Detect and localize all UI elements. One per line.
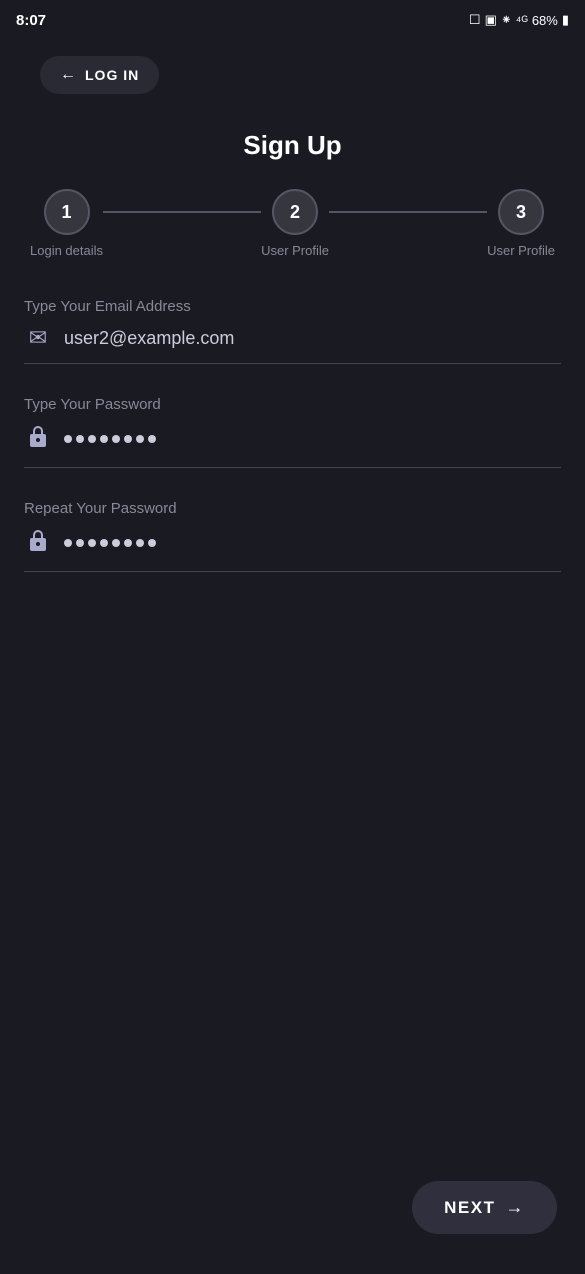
step-3-circle: 3 [498, 189, 544, 235]
next-button-area: NEXT → [412, 1181, 557, 1234]
repeat-password-section: Repeat Your Password [0, 500, 585, 572]
status-icons: ☐ ▣ ⁕ ⁴ᴳ 68% ▮ [469, 12, 569, 28]
back-arrow-icon: ← [60, 66, 77, 84]
nfc-icon: ☐ [469, 12, 481, 28]
email-icon: ✉ [24, 325, 52, 351]
step-2: 2 User Profile [261, 189, 329, 258]
repeat-password-label: Repeat Your Password [24, 500, 561, 517]
back-to-login-button[interactable]: ← LOG IN [40, 56, 159, 94]
next-arrow-icon: → [506, 1197, 526, 1218]
battery-percentage: 68% [532, 13, 558, 28]
password-value[interactable] [64, 435, 156, 443]
step-3-label: User Profile [487, 243, 555, 258]
cast-icon: ▣ [485, 12, 497, 28]
repeat-password-value[interactable] [64, 539, 156, 547]
bluetooth-icon: ⁕ [501, 12, 512, 28]
page-title: Sign Up [0, 130, 585, 161]
repeat-password-input-row[interactable] [24, 527, 561, 572]
next-button[interactable]: NEXT → [412, 1181, 557, 1234]
back-button-label: LOG IN [85, 67, 139, 83]
email-label: Type Your Email Address [24, 298, 561, 315]
signal-icon: ⁴ᴳ [516, 13, 528, 28]
password-label: Type Your Password [24, 396, 561, 413]
repeat-password-lock-icon [24, 527, 52, 559]
step-3: 3 User Profile [487, 189, 555, 258]
step-1: 1 Login details [30, 189, 103, 258]
step-line-1 [103, 211, 261, 213]
step-line-2 [329, 211, 487, 213]
battery-icon: ▮ [562, 12, 569, 28]
step-2-circle: 2 [272, 189, 318, 235]
status-time: 8:07 [16, 12, 46, 29]
step-2-label: User Profile [261, 243, 329, 258]
email-value[interactable]: user2@example.com [64, 328, 561, 349]
password-lock-icon [24, 423, 52, 455]
next-button-label: NEXT [444, 1198, 495, 1218]
email-input-row[interactable]: ✉ user2@example.com [24, 325, 561, 364]
step-1-label: Login details [30, 243, 103, 258]
password-section: Type Your Password [0, 396, 585, 468]
stepper: 1 Login details 2 User Profile 3 User Pr… [0, 189, 585, 258]
step-1-circle: 1 [44, 189, 90, 235]
password-input-row[interactable] [24, 423, 561, 468]
status-bar: 8:07 ☐ ▣ ⁕ ⁴ᴳ 68% ▮ [0, 0, 585, 36]
email-section: Type Your Email Address ✉ user2@example.… [0, 298, 585, 364]
